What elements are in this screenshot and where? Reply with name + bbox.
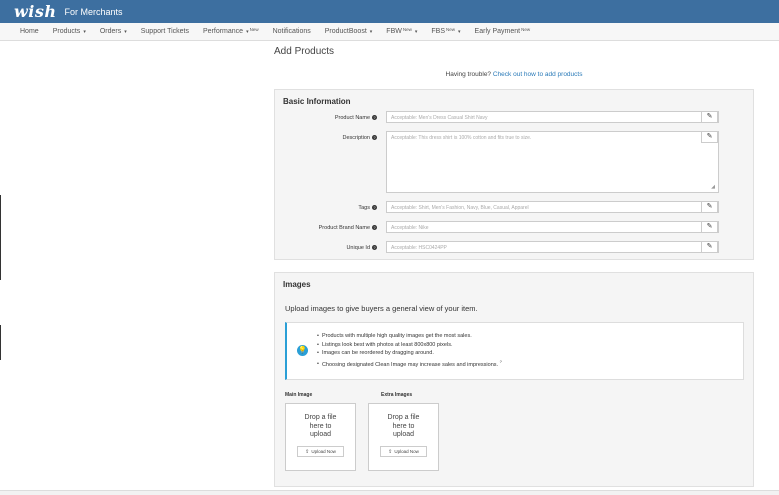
pencil-icon[interactable]: ✎ [701, 201, 718, 213]
nav-early-payment[interactable]: Early Payment New [475, 27, 531, 35]
pencil-icon[interactable]: ✎ [701, 111, 718, 123]
pencil-icon[interactable]: ✎ [701, 131, 718, 143]
chevron-down-icon: ▾ [414, 28, 418, 35]
list-item: Choosing designated Clean Image may incr… [317, 358, 502, 369]
upload-icon: ⇪ [305, 449, 310, 455]
info-icon: ? [372, 245, 377, 251]
chevron-down-icon: ▾ [458, 28, 461, 35]
tips-list: Products with multiple high quality imag… [317, 332, 502, 369]
new-badge: New [521, 27, 531, 32]
for-merchants-label: For Merchants [64, 6, 123, 17]
upload-now-button[interactable]: ⇪ Upload Now [380, 446, 427, 457]
new-badge: New [249, 27, 259, 32]
nav-fbs[interactable]: FBS New ▾ [431, 27, 461, 35]
help-icon[interactable]: ? [500, 359, 502, 364]
upload-icon: ⇪ [388, 449, 393, 455]
list-item: Products with multiple high quality imag… [317, 332, 502, 341]
brand-name-label: Product Brand Name? [318, 225, 377, 231]
product-name-input[interactable]: Acceptable: Men's Dress Casual Shirt Nav… [386, 111, 719, 123]
main-image-dropzone[interactable]: Drop a file here to upload ⇪ Upload Now [285, 403, 356, 471]
nav-products[interactable]: Products ▾ [53, 28, 86, 35]
lightbulb-icon: 💡 [297, 345, 308, 356]
product-name-label: Product Name? [334, 115, 377, 121]
nav-performance[interactable]: Performance ▾ New [203, 27, 259, 35]
divider [0, 195, 1, 280]
nav-productboost[interactable]: ProductBoost ▾ [325, 28, 373, 35]
pencil-icon[interactable]: ✎ [701, 221, 718, 233]
nav-notifications[interactable]: Notifications [273, 28, 311, 35]
section-title: Basic Information [283, 97, 351, 106]
info-icon: ? [372, 115, 377, 121]
list-item: Images can be reordered by dragging arou… [317, 349, 502, 358]
info-icon: ? [372, 225, 377, 231]
top-bar: wish For Merchants [0, 0, 779, 23]
upload-now-button[interactable]: ⇪ Upload Now [297, 446, 344, 457]
main-image-label: Main Image [285, 392, 313, 398]
new-badge: New [446, 27, 456, 32]
drop-text: Drop a file here to upload [387, 414, 420, 438]
nav-home[interactable]: Home [20, 28, 39, 35]
resize-handle-icon[interactable]: ◢ [711, 184, 715, 190]
divider [0, 325, 1, 360]
chevron-down-icon: ▾ [369, 28, 373, 35]
images-panel: Images Upload images to give buyers a ge… [274, 272, 754, 487]
tags-label: Tags? [358, 205, 377, 211]
nav-support-tickets[interactable]: Support Tickets [141, 28, 189, 35]
unique-id-label: Unique Id? [346, 245, 377, 251]
image-tips-box: 💡 Products with multiple high quality im… [285, 322, 744, 380]
pencil-icon[interactable]: ✎ [701, 241, 718, 253]
help-line: Having trouble? Check out how to add pro… [274, 71, 754, 78]
chevron-down-icon: ▾ [246, 28, 249, 35]
basic-information-panel: Basic Information Product Name? Acceptab… [274, 89, 754, 260]
help-text: Having trouble? [445, 71, 492, 78]
info-icon: ? [372, 205, 377, 211]
extra-images-dropzone[interactable]: Drop a file here to upload ⇪ Upload Now [368, 403, 439, 471]
footer-divider [0, 490, 779, 495]
nav-orders[interactable]: Orders ▾ [100, 28, 127, 35]
chevron-down-icon: ▾ [124, 28, 127, 35]
images-description: Upload images to give buyers a general v… [285, 304, 478, 313]
wish-logo[interactable]: wish [14, 2, 57, 21]
main-nav: Home Products ▾ Orders ▾ Support Tickets P… [0, 23, 779, 41]
list-item: Listings look best with photos at least … [317, 341, 502, 350]
help-link[interactable]: Check out how to add products [493, 71, 583, 78]
description-textarea[interactable]: Acceptable: This dress shirt is 100% cot… [386, 131, 719, 193]
new-badge: New [402, 27, 412, 32]
section-title: Images [283, 280, 311, 289]
info-icon: ? [372, 135, 377, 141]
brand-name-input[interactable]: Acceptable: Nike [386, 221, 719, 233]
chevron-down-icon: ▾ [83, 28, 86, 35]
extra-images-label: Extra Images [381, 392, 413, 398]
page-title: Add Products [274, 46, 335, 57]
nav-fbw[interactable]: FBW New ▾ [386, 27, 418, 35]
drop-text: Drop a file here to upload [304, 414, 337, 438]
unique-id-input[interactable]: Acceptable: HSC0424PP [386, 241, 719, 253]
tags-input[interactable]: Acceptable: Shirt, Men's Fashion, Navy, … [386, 201, 719, 213]
description-label: Description? [342, 135, 377, 141]
